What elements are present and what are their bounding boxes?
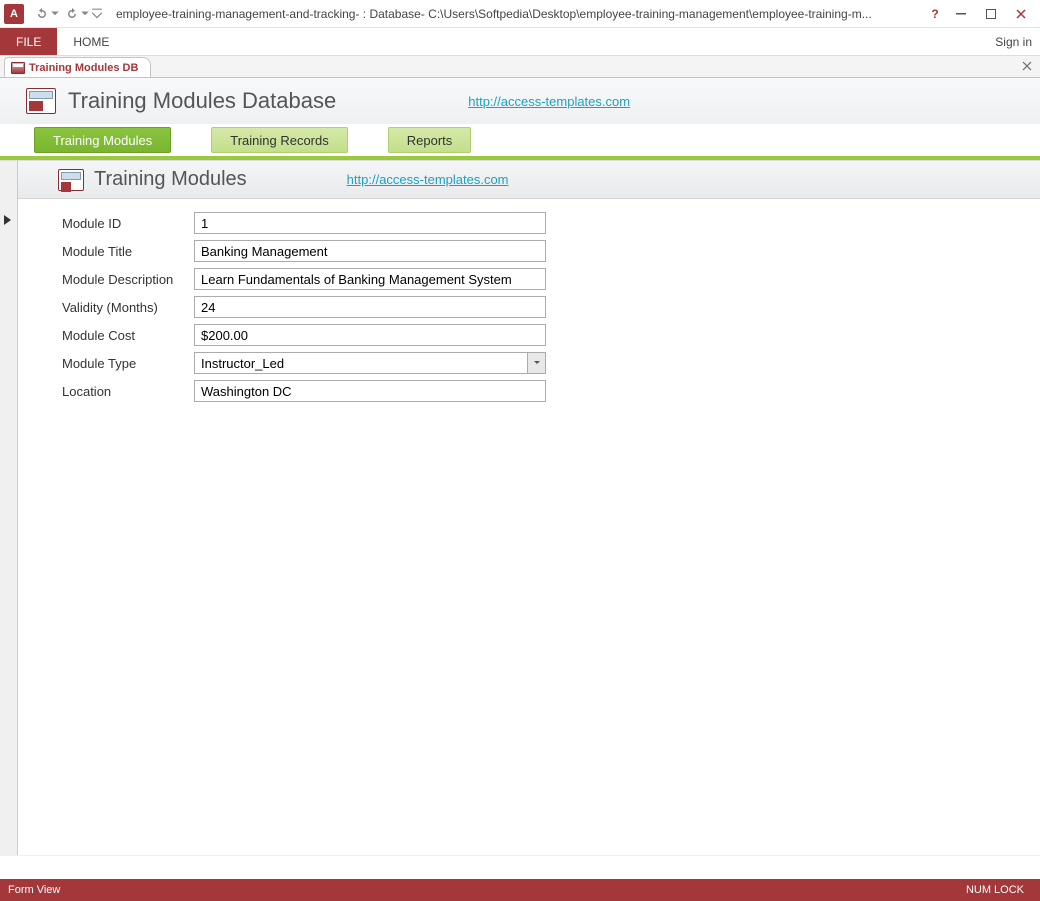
titlebar: A employee-training-management-and-track… xyxy=(0,0,1040,28)
form-subheader-link[interactable]: http://access-templates.com xyxy=(347,172,509,187)
window-title: employee-training-management-and-trackin… xyxy=(104,7,924,21)
form-icon xyxy=(11,62,25,74)
label-validity: Validity (Months) xyxy=(62,300,194,315)
db-header-link[interactable]: http://access-templates.com xyxy=(468,94,630,109)
form-area: Training Modules http://access-templates… xyxy=(0,161,1040,876)
combo-module-type[interactable]: Instructor_Led xyxy=(194,352,546,374)
sign-in-link[interactable]: Sign in xyxy=(995,28,1032,56)
nav-training-records[interactable]: Training Records xyxy=(211,127,348,153)
ribbon-tab-home[interactable]: HOME xyxy=(57,28,125,55)
label-module-id: Module ID xyxy=(62,216,194,231)
undo-dropdown[interactable] xyxy=(50,3,60,25)
object-tab-bar: Training Modules DB xyxy=(0,56,1040,78)
record-selector[interactable] xyxy=(0,161,18,876)
combo-dropdown-button[interactable] xyxy=(527,353,545,373)
minimize-button[interactable] xyxy=(946,3,976,25)
object-tab-close-button[interactable] xyxy=(1020,59,1034,73)
database-icon xyxy=(26,88,56,114)
label-module-type: Module Type xyxy=(62,356,194,371)
form-header-area: Training Modules Database http://access-… xyxy=(0,78,1040,161)
form-subheader-title: Training Modules xyxy=(94,168,247,191)
redo-dropdown[interactable] xyxy=(80,3,90,25)
label-location: Location xyxy=(62,384,194,399)
qat-customize[interactable] xyxy=(90,3,104,25)
ribbon-tab-file[interactable]: FILE xyxy=(0,28,57,55)
status-numlock: NUM LOCK xyxy=(966,884,1032,896)
label-module-title: Module Title xyxy=(62,244,194,259)
db-title: Training Modules Database xyxy=(68,88,336,114)
input-validity[interactable]: 24 xyxy=(194,296,546,318)
input-module-title[interactable]: Banking Management xyxy=(194,240,546,262)
label-module-cost: Module Cost xyxy=(62,328,194,343)
form-icon xyxy=(58,169,84,191)
status-left: Form View xyxy=(8,884,966,896)
combo-module-type-value: Instructor_Led xyxy=(201,356,284,371)
object-tab-label: Training Modules DB xyxy=(29,62,138,74)
form-fields: Module ID 1 Module Title Banking Managem… xyxy=(18,199,1040,405)
access-app-icon: A xyxy=(4,4,24,24)
db-header: Training Modules Database http://access-… xyxy=(0,78,1040,124)
nav-bar: Training Modules Training Records Report… xyxy=(0,124,1040,160)
maximize-button[interactable] xyxy=(976,3,1006,25)
input-module-id[interactable]: 1 xyxy=(194,212,546,234)
label-module-description: Module Description xyxy=(62,272,194,287)
ribbon: FILE HOME Sign in xyxy=(0,28,1040,56)
input-location[interactable]: Washington DC xyxy=(194,380,546,402)
blank-area xyxy=(0,855,1040,879)
form-body: Training Modules http://access-templates… xyxy=(18,161,1040,876)
status-bar: Form View NUM LOCK xyxy=(0,879,1040,901)
input-module-cost[interactable]: $200.00 xyxy=(194,324,546,346)
object-tab-training-modules-db[interactable]: Training Modules DB xyxy=(4,57,151,77)
close-button[interactable] xyxy=(1006,3,1036,25)
nav-training-modules[interactable]: Training Modules xyxy=(34,127,171,153)
nav-reports[interactable]: Reports xyxy=(388,127,472,153)
input-module-description[interactable]: Learn Fundamentals of Banking Management… xyxy=(194,268,546,290)
form-subheader: Training Modules http://access-templates… xyxy=(18,161,1040,199)
help-button[interactable]: ? xyxy=(924,3,946,25)
